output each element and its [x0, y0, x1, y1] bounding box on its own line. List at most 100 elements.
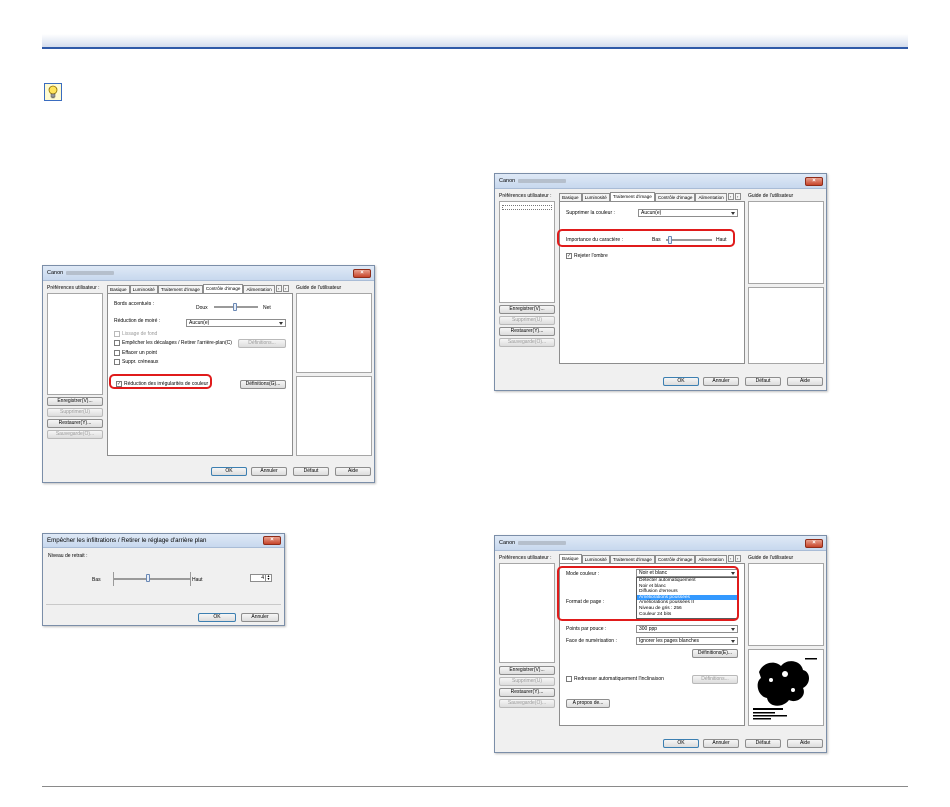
highlight-color-unevenness — [109, 374, 212, 389]
ok-button[interactable]: OK — [663, 377, 699, 386]
backup-button[interactable]: Sauvegarde(O)... — [499, 699, 555, 708]
drop-color-combo[interactable]: Aucun(e) — [638, 209, 738, 217]
level-spinner[interactable]: 4 ▲ ▼ — [250, 574, 272, 582]
footer-rule — [42, 786, 908, 787]
user-guide-label: Guide de l'utilisateur — [748, 555, 794, 561]
close-button[interactable]: × — [805, 538, 823, 548]
restore-button[interactable]: Restaurer(Y)... — [499, 688, 555, 697]
scan-side-combo[interactable]: Ignorer les pages blanches — [636, 637, 738, 645]
deskew-checkbox[interactable] — [566, 676, 572, 682]
user-prefs-label: Préférences utilisateur : — [499, 555, 552, 561]
tab-scroll-right-icon[interactable]: › — [734, 555, 741, 562]
bg-smooth-checkbox[interactable] — [114, 331, 120, 337]
window-title: Canon — [499, 540, 567, 546]
close-button[interactable]: × — [805, 176, 823, 186]
deskew-definitions-button[interactable]: Définitions... — [692, 675, 738, 684]
help-button[interactable]: Aide — [787, 377, 823, 386]
tab-image-control[interactable]: Contrôle d'image — [654, 193, 696, 201]
tab-brightness[interactable]: Luminosité — [581, 555, 610, 563]
tab-brightness[interactable]: Luminosité — [581, 193, 610, 201]
backup-button[interactable]: Sauvegarde(O)... — [499, 338, 555, 347]
chevron-down-icon — [731, 212, 735, 215]
edge-low-label: Doux — [196, 305, 208, 311]
level-slider-track[interactable] — [113, 578, 191, 580]
save-button[interactable]: Enregistrer(V)... — [499, 666, 555, 675]
tab-scroll-left-icon[interactable]: ‹ — [727, 555, 734, 562]
definitions2-button[interactable]: Définitions(G)... — [240, 380, 286, 389]
scan-side-definitions-button[interactable]: Définitions(E)... — [692, 649, 738, 658]
window-title: Empêcher les infiltrations / Retirer le … — [47, 537, 207, 544]
delete-button[interactable]: Supprimer(U) — [499, 316, 555, 325]
tab-image-processing[interactable]: Traitement d'image — [609, 555, 655, 563]
user-prefs-selected-row[interactable] — [502, 205, 552, 210]
ok-button[interactable]: OK — [663, 739, 699, 748]
dpi-label: Points par pouce : — [566, 626, 607, 632]
ok-button[interactable]: OK — [211, 467, 247, 476]
prevent-bleed-label: Empêcher les décalages / Retirer l'arriè… — [122, 340, 232, 346]
level-slider-thumb[interactable] — [146, 574, 150, 582]
tab-image-processing[interactable]: Traitement d'image — [609, 192, 655, 201]
save-button[interactable]: Enregistrer(V)... — [499, 305, 555, 314]
user-guide-panel-top — [748, 201, 824, 284]
user-prefs-list[interactable] — [499, 563, 555, 663]
dpi-combo[interactable]: 300 ppp — [636, 625, 738, 633]
level-label: Niveau de retrait : — [48, 553, 88, 559]
backup-button[interactable]: Sauvegarde(O)... — [47, 430, 103, 439]
scan-preview-graphic — [753, 658, 817, 720]
ok-button[interactable]: OK — [198, 613, 236, 622]
user-prefs-list[interactable] — [499, 201, 555, 303]
tab-image-processing[interactable]: Traitement d'image — [157, 285, 203, 293]
cancel-button[interactable]: Annuler — [703, 739, 739, 748]
tab-scroll-left-icon[interactable]: ‹ — [275, 285, 282, 292]
tab-feeding[interactable]: Alimentation — [243, 285, 275, 293]
cancel-button[interactable]: Annuler — [703, 377, 739, 386]
close-button[interactable]: × — [263, 536, 281, 545]
user-prefs-list[interactable] — [47, 293, 103, 395]
default-button[interactable]: Défaut — [293, 467, 329, 476]
restore-button[interactable]: Restaurer(Y)... — [499, 327, 555, 336]
close-button[interactable]: × — [353, 268, 371, 278]
tab-scroll-left-icon[interactable]: ‹ — [727, 193, 734, 200]
delete-button[interactable]: Supprimer(U) — [499, 677, 555, 686]
about-button[interactable]: A propos de... — [566, 699, 610, 708]
reverse-shadow-checkbox[interactable]: ✓ — [566, 253, 572, 259]
default-button[interactable]: Défaut — [745, 739, 781, 748]
help-button[interactable]: Aide — [787, 739, 823, 748]
tab-brightness[interactable]: Luminosité — [129, 285, 158, 293]
edge-high-label: Net — [263, 305, 271, 311]
tab-basic[interactable]: Basique — [559, 554, 582, 563]
highlight-emphasis — [557, 229, 735, 247]
tab-scroll-right-icon[interactable]: › — [734, 193, 741, 200]
save-button[interactable]: Enregistrer(V)... — [47, 397, 103, 406]
cancel-button[interactable]: Annuler — [251, 467, 287, 476]
lightbulb-icon — [44, 83, 62, 101]
tab-image-control[interactable]: Contrôle d'image — [202, 284, 244, 293]
erase-dot-label: Effacer un point — [122, 350, 157, 356]
tab-strip: Basique Luminosité Traitement d'image Co… — [107, 284, 289, 293]
tab-basic[interactable]: Basique — [559, 193, 582, 201]
tab-scroll-right-icon[interactable]: › — [282, 285, 289, 292]
dialog-basic: Canon × Préférences utilisateur : Enregi… — [494, 535, 827, 753]
tab-basic[interactable]: Basique — [107, 285, 130, 293]
tab-feeding[interactable]: Alimentation — [695, 555, 727, 563]
spin-up-down-icon[interactable]: ▲ ▼ — [265, 574, 271, 581]
dpi-value: 300 ppp — [639, 626, 658, 632]
cancel-button[interactable]: Annuler — [241, 613, 279, 622]
default-button[interactable]: Défaut — [745, 377, 781, 386]
chevron-down-icon — [279, 322, 283, 325]
prevent-bleed-checkbox[interactable] — [114, 340, 120, 346]
restore-button[interactable]: Restaurer(Y)... — [47, 419, 103, 428]
scan-side-value: Ignorer les pages blanches — [639, 638, 700, 644]
user-guide-panel-top — [296, 293, 372, 373]
erase-dot-checkbox[interactable] — [114, 350, 120, 356]
definitions-button[interactable]: Définitions... — [238, 339, 286, 348]
remove-notch-checkbox[interactable] — [114, 359, 120, 365]
help-button[interactable]: Aide — [335, 467, 371, 476]
drop-color-label: Supprimer la couleur : — [566, 210, 615, 216]
moire-combo[interactable]: Aucun(e) — [186, 319, 286, 327]
delete-button[interactable]: Supprimer(U) — [47, 408, 103, 417]
drop-color-value: Aucun(e) — [641, 210, 662, 216]
tab-image-control[interactable]: Contrôle d'image — [654, 555, 696, 563]
tab-feeding[interactable]: Alimentation — [695, 193, 727, 201]
edge-slider-thumb[interactable] — [233, 303, 237, 311]
